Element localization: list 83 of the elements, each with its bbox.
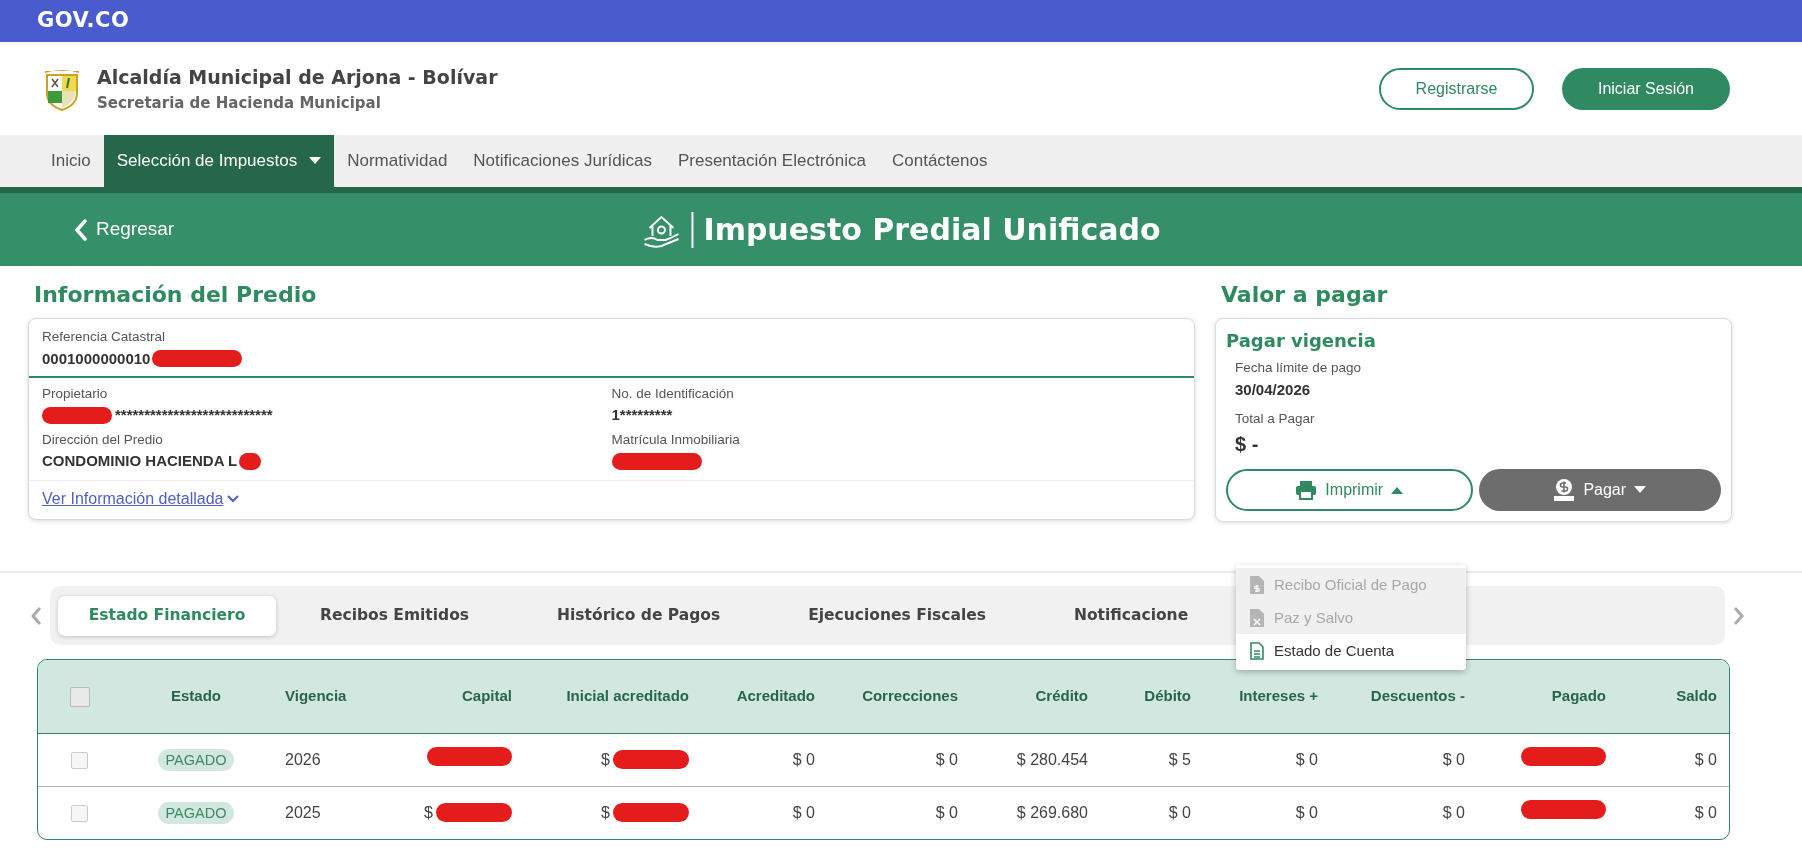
coin-hand-icon [1553, 478, 1576, 503]
table-cell: $ 0 [1332, 733, 1479, 786]
pay-button[interactable]: Pagar [1478, 469, 1721, 512]
column-header: Crédito [972, 660, 1102, 733]
field-label: Matrícula Inmobiliaria [611, 430, 741, 449]
table-cell-text: $ [601, 802, 610, 823]
table-cell: $ 0 [703, 786, 829, 839]
page-title: Impuesto Predial Unificado [703, 211, 1161, 248]
tab[interactable]: Notificacione [1030, 595, 1233, 636]
checkbox[interactable] [71, 751, 88, 769]
field-value: $ - [1235, 432, 1260, 458]
site-title: Alcaldía Municipal de Arjona - Bolívar [97, 65, 498, 90]
section-heading: Valor a pagar [1221, 282, 1389, 309]
nav-item[interactable]: Presentación Electrónica [664, 135, 879, 187]
nav-item[interactable]: Inicio [38, 135, 104, 187]
table-cell: $ 0 [1205, 786, 1332, 839]
document-dollar-icon [1250, 575, 1264, 594]
table-cell: $ 0 [1620, 786, 1729, 839]
printer-icon [1295, 480, 1318, 501]
column-header: Vigencia [271, 660, 381, 733]
nav-item[interactable]: Selección de Impuestos [103, 135, 335, 187]
checkbox[interactable] [71, 805, 88, 822]
table-cell: $ 0 [1205, 733, 1332, 786]
table-cell: $ 0 [829, 733, 972, 786]
table-cell: 2026 [271, 733, 381, 786]
document-lines-icon [1250, 641, 1264, 660]
chevron-right-icon[interactable] [1733, 605, 1745, 626]
field-value: *************************** [115, 405, 273, 426]
status-badge: PAGADO [157, 748, 235, 771]
document-x-icon [1250, 608, 1264, 627]
menu-item[interactable]: Estado de Cuenta [1236, 634, 1466, 668]
card-title: Pagar vigencia [1226, 329, 1377, 354]
tab[interactable]: Ejecuciones Fiscales [764, 595, 1030, 636]
table-cell: $ 0 [1102, 786, 1205, 839]
table-cell: $ 280.454 [972, 733, 1102, 786]
column-header: Estado [121, 660, 271, 733]
login-button[interactable]: Iniciar Sesión [1562, 67, 1730, 110]
register-button[interactable]: Registrarse [1379, 67, 1534, 110]
column-header: Débito [1102, 660, 1205, 733]
chevron-left-icon [74, 218, 88, 241]
field-value: 30/04/2026 [1235, 379, 1312, 400]
column-header: Inicial acreditado [526, 660, 703, 733]
checkbox[interactable] [69, 687, 90, 708]
field-label: Fecha límite de pago [1235, 359, 1363, 378]
back-link[interactable]: Regresar [68, 214, 181, 245]
table-cell: $ 0 [1620, 733, 1729, 786]
tab[interactable]: Estado Financiero [58, 595, 276, 636]
table-cell: $ 0 [703, 733, 829, 786]
chevron-left-icon[interactable] [30, 605, 42, 626]
field-label: Propietario [42, 385, 109, 404]
table-cell: 2025 [271, 786, 381, 839]
table-cell: $ 0 [829, 786, 972, 839]
field-label: No. de Identificación [611, 385, 735, 404]
print-button[interactable]: Imprimir [1226, 469, 1473, 512]
field-label: Dirección del Predio [42, 430, 164, 449]
column-header: Pagado [1479, 660, 1620, 733]
gov-logo[interactable]: GOV.CO [37, 5, 130, 37]
nav-item[interactable]: Normatividad [334, 135, 461, 187]
status-badge: PAGADO [157, 801, 235, 824]
nav-item[interactable]: Notificaciones Jurídicas [460, 135, 665, 187]
field-value: 0001000000010 [42, 348, 151, 369]
table-cell-text: $ [601, 749, 610, 770]
site-subtitle: Secretaria de Hacienda Municipal [97, 92, 382, 114]
field-label: Referencia Catastral [42, 328, 167, 347]
field-label: Total a Pagar [1235, 410, 1316, 429]
column-header: Saldo [1620, 660, 1729, 733]
tab[interactable]: Histórico de Pagos [513, 595, 765, 636]
column-header: Acreditado [703, 660, 829, 733]
table-cell: $ 269.680 [972, 786, 1102, 839]
table-cell: $ 0 [1332, 786, 1479, 839]
table-cell: $ 5 [1102, 733, 1205, 786]
chevron-down-icon [227, 494, 240, 503]
section-heading: Información del Predio [34, 282, 318, 309]
tab[interactable]: Recibos Emitidos [276, 595, 514, 636]
field-value: 1********* [611, 405, 673, 426]
caret-down-icon [1634, 486, 1647, 495]
column-header: Capital [381, 660, 526, 733]
details-link[interactable]: Ver Información detallada [42, 486, 224, 511]
column-header: Correcciones [829, 660, 972, 733]
caret-up-icon [1391, 486, 1404, 495]
table-cell-text: $ [424, 802, 433, 823]
nav-item[interactable]: Contáctenos [878, 135, 1001, 187]
field-value: CONDOMINIO HACIENDA L [42, 451, 238, 472]
